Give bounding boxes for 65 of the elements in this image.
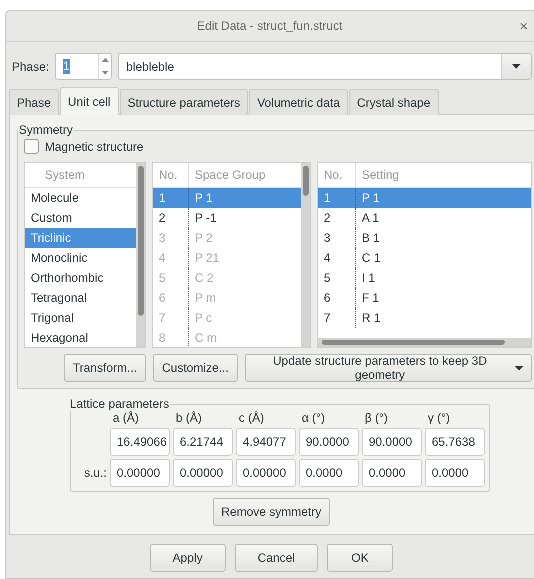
- column-header: Space Group: [188, 163, 266, 187]
- tab[interactable]: Structure parameters: [120, 89, 248, 115]
- list-item[interactable]: Orthorhombic: [25, 268, 136, 288]
- remove-symmetry-button[interactable]: Remove symmetry: [213, 498, 330, 526]
- phase-label: Phase:: [12, 60, 50, 74]
- table-row[interactable]: 2 P -1: [153, 208, 301, 228]
- input-field[interactable]: 4.94077: [236, 428, 296, 456]
- table-row[interactable]: 2 A 1: [318, 208, 531, 228]
- su-label: s.u.:: [83, 466, 107, 480]
- scrollbar[interactable]: [138, 166, 144, 316]
- tab[interactable]: Volumetric data: [249, 89, 348, 115]
- table-row[interactable]: 3 B 1: [318, 228, 531, 248]
- up-arrow-icon[interactable]: [102, 58, 109, 62]
- list-item[interactable]: Trigonal: [25, 308, 136, 328]
- caret-icon: [515, 366, 524, 370]
- table-row[interactable]: 5 I 1: [318, 268, 531, 288]
- tab[interactable]: Crystal shape: [349, 89, 439, 115]
- dialog-button[interactable]: Apply: [150, 544, 226, 572]
- input-field[interactable]: 90.0000: [299, 428, 359, 456]
- column-header: γ (°): [427, 411, 452, 425]
- column-header: System: [44, 167, 86, 184]
- input-field[interactable]: 16.49066: [110, 428, 170, 456]
- table-row[interactable]: 7 R 1: [318, 308, 531, 328]
- table-row[interactable]: 6 F 1: [318, 288, 531, 308]
- down-arrow-icon[interactable]: [102, 70, 109, 75]
- tab[interactable]: Unit cell: [60, 87, 119, 115]
- column-header: No.: [323, 167, 344, 184]
- input-field[interactable]: 0.00000: [173, 459, 233, 487]
- column-header: α (°): [301, 411, 326, 425]
- list-item[interactable]: Custom: [25, 208, 136, 228]
- column-header: β (°): [364, 411, 390, 425]
- input-field[interactable]: 0.0000: [299, 459, 359, 487]
- input-field[interactable]: 0.0000: [362, 459, 422, 487]
- scrollbar[interactable]: [322, 340, 505, 345]
- tab[interactable]: Phase: [9, 89, 60, 115]
- action-button[interactable]: Customize...: [153, 354, 238, 382]
- dialog-button[interactable]: Cancel: [234, 544, 318, 572]
- column-header: Setting: [355, 163, 400, 187]
- input-field[interactable]: 0.00000: [110, 459, 170, 487]
- group-title: Symmetry: [18, 123, 74, 137]
- column-header: No.: [158, 167, 179, 184]
- table-row[interactable]: 4 C 1: [318, 248, 531, 268]
- column-header: c (Å): [238, 411, 266, 425]
- window-title: Edit Data - struct_fun.struct: [197, 19, 343, 33]
- update-dropdown-button[interactable]: Update structure parameters to keep 3D geometry: [244, 354, 532, 382]
- column-header: a (Å): [112, 411, 140, 425]
- checkbox[interactable]: [24, 139, 39, 154]
- list-item[interactable]: Monoclinic: [25, 248, 136, 268]
- checkbox-label: Magnetic structure: [45, 140, 144, 154]
- input-field[interactable]: 65.7638: [425, 428, 485, 456]
- phase-name-combo[interactable]: blebleble: [118, 53, 532, 80]
- list-item[interactable]: Hexagonal: [25, 328, 136, 347]
- column-header: b (Å): [175, 411, 204, 425]
- list-item[interactable]: Molecule: [25, 188, 136, 208]
- input-field[interactable]: 0.0000: [425, 459, 485, 487]
- caret-icon: [512, 64, 521, 69]
- input-field[interactable]: 90.0000: [362, 428, 422, 456]
- list-item[interactable]: Tetragonal: [25, 288, 136, 308]
- input-field[interactable]: 6.21744: [173, 428, 233, 456]
- group-title: Lattice parameters: [69, 397, 170, 411]
- dialog-button[interactable]: OK: [327, 544, 394, 572]
- scrollbar[interactable]: [303, 166, 309, 196]
- close-button[interactable]: ×: [520, 18, 528, 34]
- action-button[interactable]: Transform...: [64, 354, 146, 382]
- input-field[interactable]: 0.00000: [236, 459, 296, 487]
